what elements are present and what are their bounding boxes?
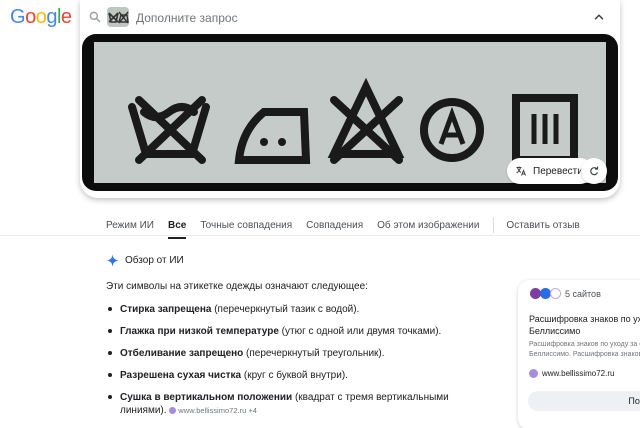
source-chip[interactable]: www.bellissimo72.ru +4 (169, 406, 257, 415)
list-item: Разрешена сухая чистка (круг с буквой вн… (106, 369, 486, 382)
do-not-bleach-symbol (327, 77, 405, 164)
rotate-button[interactable] (581, 158, 607, 184)
site-favicon-icon (550, 288, 561, 299)
ai-overview-title: Обзор от ИИ (125, 255, 184, 266)
sources-card[interactable]: 5 сайтов Расшифровка знаков по ух Беллис… (518, 280, 640, 428)
source-site[interactable]: www.bellissimo72.ru (529, 369, 614, 378)
site-favicon-icon (529, 369, 538, 378)
source-title-line: Беллиссимо (529, 326, 581, 336)
query-image-frame: Перевести (82, 34, 618, 191)
list-item: Отбеливание запрещено (перечеркнутый тре… (106, 347, 486, 360)
source-chip-label: www.bellissimo72.ru +4 (178, 406, 257, 415)
source-title[interactable]: Расшифровка знаков по ух Беллиссимо (529, 313, 640, 337)
ai-overview-header: Обзор от ИИ (106, 254, 184, 267)
source-snippet-line: Беллиссимо. Расшифровка знаков по (529, 351, 640, 358)
sources-count: 5 сайтов (565, 288, 601, 299)
item-bold: Отбеливание запрещено (120, 348, 244, 359)
source-snippet: Расшифровка знаков по уходу за одежд Бел… (529, 340, 640, 360)
translate-label: Перевести (533, 165, 583, 177)
tabs-separator (493, 217, 495, 233)
ai-overview-intro: Эти символы на этикетке одежды означают … (106, 281, 368, 292)
tab-matches[interactable]: Совпадения (306, 220, 363, 231)
logo-letter: g (46, 6, 57, 28)
tab-about-image[interactable]: Об этом изображении (377, 220, 479, 231)
source-title-line: Расшифровка знаков по ух (529, 314, 640, 324)
query-image-thumbnail[interactable] (107, 7, 129, 27)
thumbnail-symbols (108, 11, 129, 24)
source-snippet-line: Расшифровка знаков по уходу за одежд (529, 341, 640, 348)
list-item: Глажка при низкой температуре (утюг с од… (106, 325, 486, 338)
logo-letter: o (25, 6, 36, 28)
rotate-icon (590, 166, 599, 176)
search-icon[interactable] (88, 10, 102, 24)
item-text: (перечеркнутый тазик с водой). (211, 304, 360, 315)
translate-icon (516, 166, 526, 176)
item-bold: Стирка запрещена (120, 304, 212, 315)
drip-dry-symbol (512, 94, 578, 164)
gemini-sparkle-icon (106, 254, 119, 267)
source-url: www.bellissimo72.ru (542, 369, 615, 378)
google-logo[interactable]: Google (10, 6, 72, 29)
item-bold: Глажка при низкой температуре (120, 326, 279, 337)
site-favicon-icon (169, 407, 177, 414)
translate-button[interactable]: Перевести (507, 158, 593, 184)
logo-letter: e (60, 6, 72, 28)
ai-overview-list: Стирка запрещена (перечеркнутый тазик с … (106, 303, 486, 426)
search-card: Перевести (80, 0, 620, 198)
low-iron-symbol (234, 108, 311, 164)
logo-letter: o (35, 6, 47, 28)
tab-all[interactable]: Все (167, 220, 187, 239)
dry-clean-symbol (420, 98, 484, 162)
tabs-divider (0, 235, 640, 236)
item-text: (круг с буквой внутри). (241, 370, 348, 381)
show-all-button[interactable]: Пока (528, 391, 640, 411)
search-row (80, 0, 620, 34)
sources-header[interactable]: 5 сайтов (530, 288, 601, 299)
search-input[interactable] (136, 9, 566, 27)
tab-exact-matches[interactable]: Точные совпадения (200, 220, 292, 231)
item-text: (перечеркнутый треугольник). (243, 348, 385, 359)
list-item: Сушка в вертикальном положении (квадрат … (106, 391, 486, 417)
item-bold: Разрешена сухая чистка (120, 370, 242, 381)
chevron-up-icon[interactable] (592, 10, 606, 24)
logo-letter: G (10, 6, 26, 28)
item-bold: Сушка в вертикальном положении (120, 392, 293, 403)
tab-ai-mode[interactable]: Режим ИИ (106, 220, 154, 231)
list-item: Стирка запрещена (перечеркнутый тазик с … (106, 303, 486, 316)
item-text: (утюг с одной или двумя точками). (278, 326, 442, 337)
feedback-link[interactable]: Оставить отзыв (506, 220, 579, 231)
do-not-wash-symbol (128, 96, 210, 164)
